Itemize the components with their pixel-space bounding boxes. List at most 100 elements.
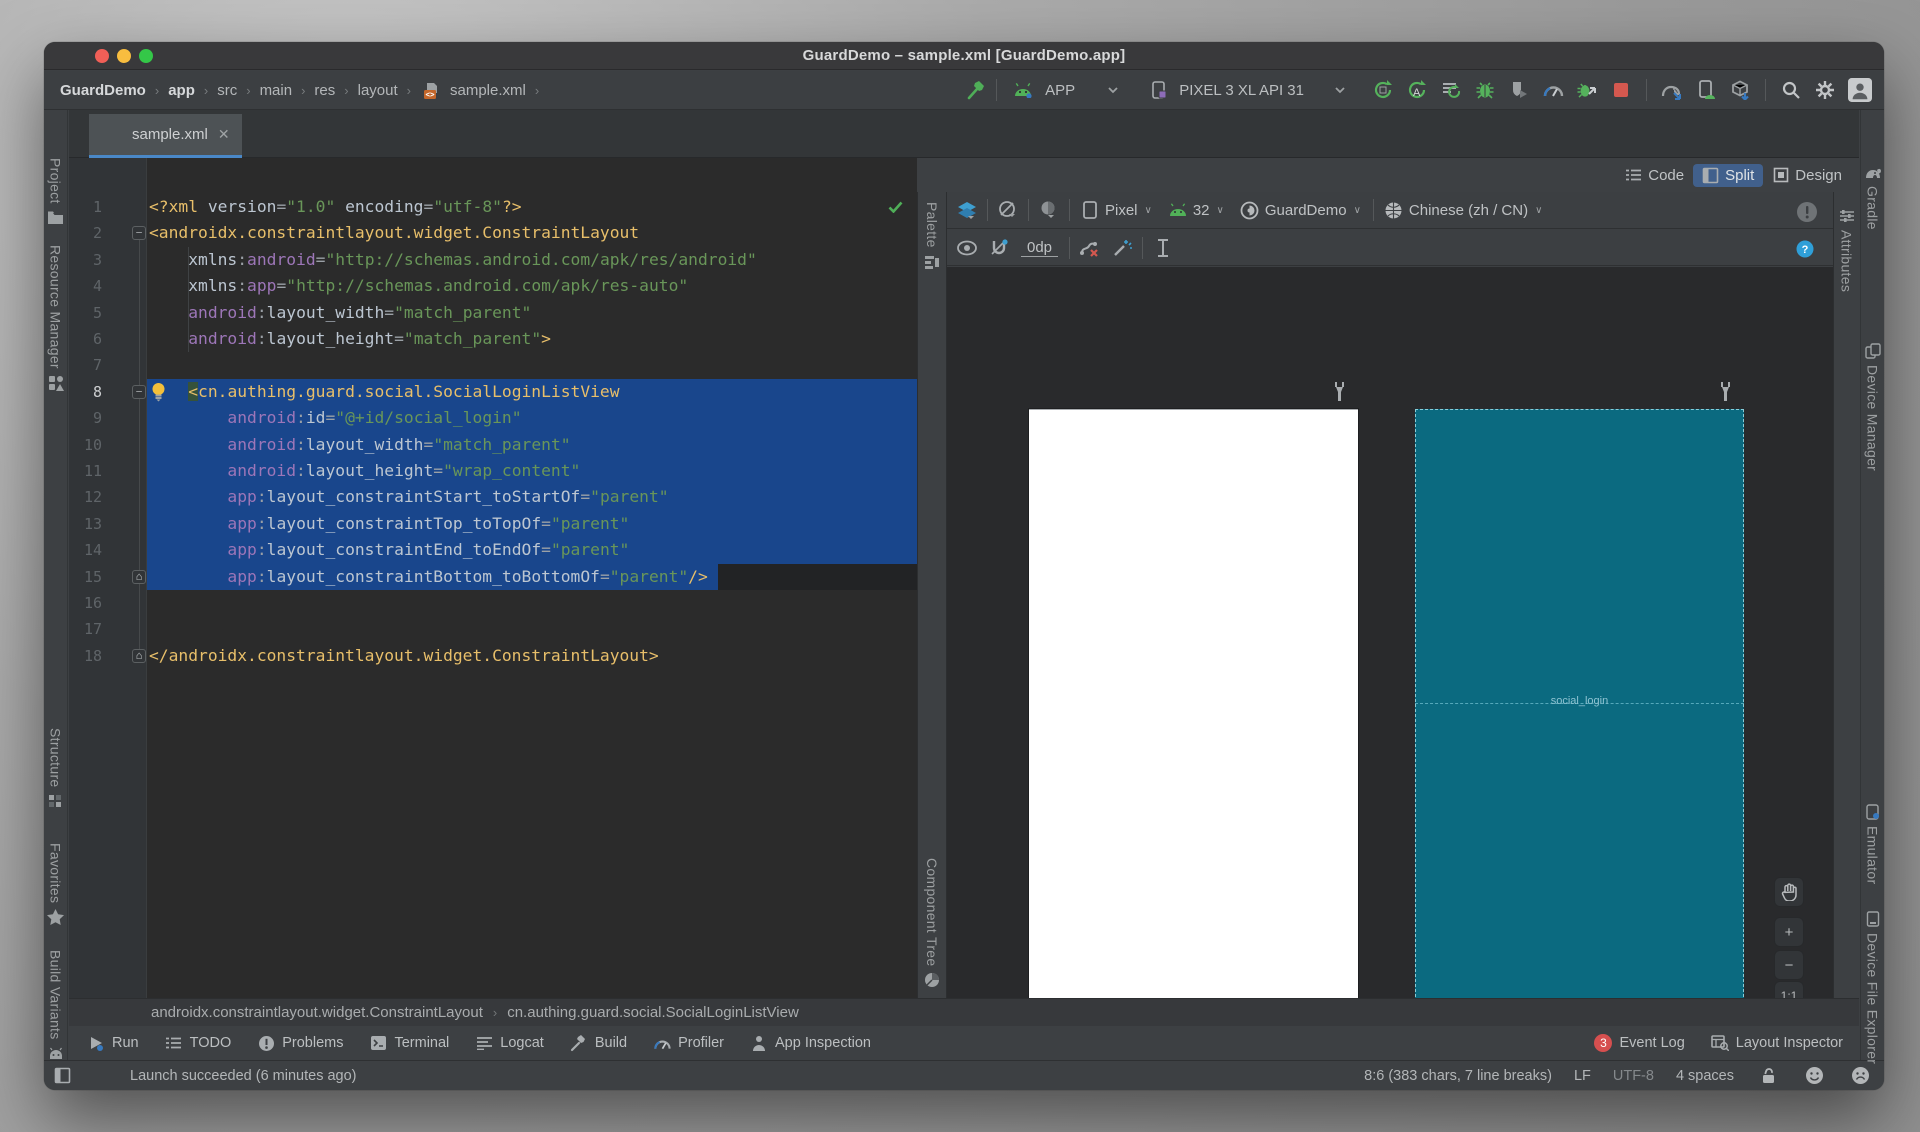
pan-button[interactable] [1774,877,1804,907]
code-line: android:layout_height="match_parent"> [188,329,551,348]
readonly-lock-icon[interactable] [1756,1064,1780,1088]
view-mode-design[interactable]: Design [1763,164,1851,187]
debug-button[interactable] [1473,78,1497,102]
breadcrumb-item[interactable]: res [314,82,335,99]
tool-button-build[interactable]: Build [570,1034,627,1052]
view-mode-code[interactable]: Code [1616,164,1693,187]
file-encoding[interactable]: UTF-8 [1613,1068,1654,1084]
tool-button-label: Logcat [500,1035,544,1051]
tool-button-terminal[interactable]: Terminal [369,1034,449,1052]
breadcrumb-separator: › [203,82,209,98]
settings-button[interactable] [1813,78,1837,102]
device-select[interactable]: Pixel [1105,202,1138,219]
build-project-icon[interactable] [964,78,988,102]
autoconnect-icon[interactable] [987,236,1011,260]
default-margins-select[interactable]: 0dp [1021,239,1059,257]
run-config-chevron-icon[interactable] [1101,78,1125,102]
locale-select[interactable]: Chinese (zh / CN) [1409,202,1528,219]
fold-marker[interactable]: − [132,226,146,241]
zoom-in-button[interactable]: + [1774,917,1804,947]
gradle-sync-button[interactable] [1660,78,1684,102]
tab-sample-xml[interactable]: sample.xml ✕ [89,114,242,158]
toolwindow-tab-project[interactable]: Project [44,158,67,232]
infer-constraints-icon[interactable] [1110,236,1134,260]
device-manager-button[interactable] [1694,78,1718,102]
tool-button-profiler[interactable]: Profiler [653,1034,724,1052]
attach-profiler-button[interactable] [1507,78,1531,102]
code-editor[interactable]: 1 2−3 4 5 6 7 8−9 10 11 12 13 14 15 ⌂ 16 17 18 ⌂ <?xml ve… [69,158,917,998]
attach-debugger-button[interactable] [1575,78,1599,102]
toolwindow-tab-device-manager[interactable]: Device Manager [1861,337,1884,471]
toolwindow-tab-gradle[interactable]: Gradle [1861,158,1884,230]
breadcrumb-item[interactable]: sample.xml [450,82,526,99]
component-tree-tab[interactable]: Component Tree [918,858,946,994]
inspections-ok-icon[interactable] [888,201,903,213]
toolwindow-tab-structure[interactable]: Structure [44,728,67,816]
api-level-select[interactable]: 32 [1193,202,1210,219]
design-surface[interactable] [1029,409,1358,1012]
attributes-tab[interactable]: Attributes [1834,202,1859,292]
editor-breadcrumb: androidx.constraintlayout.widget.Constra… [69,998,1859,1026]
search-everywhere-button[interactable] [1779,78,1803,102]
event-log-button[interactable]: 3 Event Log [1594,1034,1685,1052]
help-icon[interactable]: ? [1793,237,1817,261]
rerun-button[interactable] [1371,78,1395,102]
issue-panel-icon[interactable] [1795,200,1819,224]
feedback-happy-icon[interactable] [1802,1064,1826,1088]
profile-button[interactable] [1541,78,1565,102]
toolbar-divider [1372,199,1374,221]
tool-button-app-inspection[interactable]: App Inspection [750,1034,871,1052]
breadcrumb-item[interactable]: app [168,82,195,99]
event-log-badge: 3 [1594,1034,1613,1052]
toolwindow-tab-device-file-explorer[interactable]: Device File Explorer [1861,905,1884,1064]
feedback-sad-icon[interactable] [1848,1064,1872,1088]
breadcrumb-item[interactable]: main [260,82,293,99]
breadcrumb-item[interactable]: layout [358,82,398,99]
fold-marker[interactable]: − [132,384,146,399]
design-surface-icon[interactable] [955,198,979,222]
pack-icon[interactable] [1151,236,1175,260]
apply-code-changes-button[interactable] [1439,78,1463,102]
design-canvas[interactable]: social_login + − 1:1 [947,267,1833,1042]
tool-button-problems[interactable]: Problems [257,1034,343,1052]
close-tab-icon[interactable]: ✕ [218,126,230,143]
blueprint-surface[interactable]: social_login [1415,409,1744,1012]
fold-marker[interactable]: ⌂ [132,569,146,584]
editor-breadcrumb-item[interactable]: cn.authing.guard.social.SocialLoginListV… [507,1004,799,1021]
caret-position[interactable]: 8:6 (383 chars, 7 line breaks) [1364,1068,1552,1084]
svg-text:<>: <> [426,90,436,99]
tool-button-todo[interactable]: TODO [165,1034,231,1052]
run-configuration-select[interactable]: APP [1045,82,1075,99]
clear-constraints-icon[interactable] [1078,236,1102,260]
tool-button-run[interactable]: Run [87,1034,139,1052]
stop-button[interactable] [1609,78,1633,102]
apply-changes-button[interactable]: A [1405,78,1429,102]
intention-bulb-icon[interactable] [150,382,167,402]
zoom-out-button[interactable]: − [1774,950,1804,980]
sdk-manager-button[interactable] [1728,78,1752,102]
tool-button-logcat[interactable]: Logcat [475,1034,544,1052]
indent-style[interactable]: 4 spaces [1676,1068,1734,1084]
editor-breadcrumb-item[interactable]: androidx.constraintlayout.widget.Constra… [151,1004,483,1021]
devmgr-icon [1864,342,1882,360]
toolwindow-tab-build-variants[interactable]: Build Variants [44,950,67,1068]
device-select[interactable]: PIXEL 3 XL API 31 [1179,82,1304,99]
orientation-icon[interactable] [996,198,1020,222]
line-number: 10 [83,435,102,454]
app-theme-select[interactable]: GuardDemo [1265,202,1347,219]
view-mode-split[interactable]: Split [1693,163,1764,187]
layout-inspector-button[interactable]: Layout Inspector [1710,1034,1843,1052]
view-options-icon[interactable] [955,236,979,260]
line-separator[interactable]: LF [1574,1068,1591,1084]
fold-marker[interactable]: ⌂ [132,648,146,663]
breadcrumb-item[interactable]: GuardDemo [60,82,146,99]
palette-tab[interactable]: Palette [918,202,946,276]
profile-avatar[interactable] [1848,78,1872,102]
toolwindow-tab-emulator[interactable]: Emulator [1861,798,1884,884]
device-chevron-icon[interactable] [1328,78,1352,102]
dfe-icon [1864,910,1882,928]
breadcrumb-item[interactable]: src [217,82,237,99]
toolwindow-tab-resource-manager[interactable]: Resource Manager [44,245,67,397]
theme-icon[interactable] [1037,198,1061,222]
toolwindow-tab-favorites[interactable]: Favorites [44,843,67,931]
